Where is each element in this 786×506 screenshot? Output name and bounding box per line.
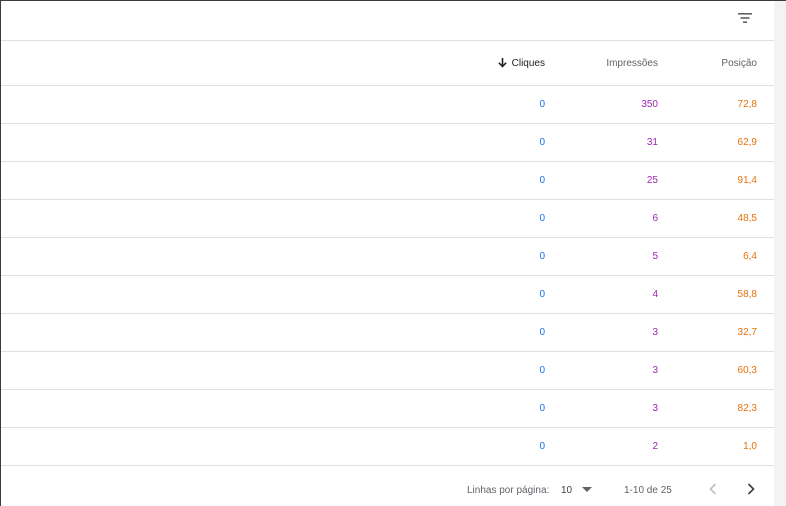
cell-clicks: 0 [539, 441, 545, 452]
column-header-position-label: Posição [721, 57, 757, 69]
column-header-clicks[interactable]: Cliques [497, 41, 545, 85]
pagination-range: 1-10 de 25 [624, 485, 672, 496]
cell-impressions: 3 [652, 403, 658, 414]
table-row[interactable]: 0 4 58,8 [1, 276, 774, 314]
pagination-bar: Linhas por página: 10 1-10 de 25 [1, 469, 774, 506]
rows-per-page-value: 10 [561, 484, 573, 496]
cell-position: 72,8 [737, 99, 757, 110]
table-row[interactable]: 0 350 72,8 [1, 86, 774, 124]
scrollbar-track[interactable] [774, 1, 786, 506]
cell-impressions: 6 [652, 213, 658, 224]
chevron-left-icon [709, 482, 717, 498]
cell-clicks: 0 [539, 213, 545, 224]
table-row[interactable]: 0 3 82,3 [1, 390, 774, 428]
cell-position: 82,3 [737, 403, 757, 414]
column-header-impressions[interactable]: Impressões [606, 41, 658, 85]
cell-clicks: 0 [539, 403, 545, 414]
table-body: 0 350 72,8 0 31 62,9 0 25 91,4 0 6 48,5 0 5 6,4 0 4 58,8 0… [1, 86, 774, 466]
table-row[interactable]: 0 3 32,7 [1, 314, 774, 352]
cell-position: 58,8 [737, 289, 757, 300]
cell-clicks: 0 [539, 289, 545, 300]
previous-page-button[interactable] [703, 480, 723, 500]
cell-impressions: 31 [646, 137, 658, 148]
next-page-button[interactable] [741, 480, 761, 500]
cell-position: 32,7 [737, 327, 757, 338]
table-row[interactable]: 0 6 48,5 [1, 200, 774, 238]
performance-table-card: Cliques Impressões Posição 0 350 72,8 0 31 62… [0, 0, 786, 506]
cell-impressions: 25 [646, 175, 658, 186]
filter-icon [738, 10, 752, 28]
column-header-position[interactable]: Posição [721, 41, 757, 85]
cell-impressions: 2 [652, 441, 658, 452]
cell-clicks: 0 [539, 175, 545, 186]
cell-impressions: 3 [652, 365, 658, 376]
arrow-down-icon [497, 58, 507, 68]
table-row[interactable]: 0 5 6,4 [1, 238, 774, 276]
cell-clicks: 0 [539, 99, 545, 110]
rows-per-page-select[interactable]: 10 [561, 481, 593, 499]
filter-button[interactable] [733, 7, 757, 31]
table-header: Cliques Impressões Posição [1, 41, 774, 86]
column-header-clicks-label: Cliques [511, 57, 545, 69]
table-container: Cliques Impressões Posição 0 350 72,8 0 31 62… [1, 1, 774, 506]
cell-position: 91,4 [737, 175, 757, 186]
cell-position: 48,5 [737, 213, 757, 224]
cell-position: 60,3 [737, 365, 757, 376]
cell-clicks: 0 [539, 251, 545, 262]
cell-impressions: 350 [641, 99, 658, 110]
table-toolbar [1, 1, 774, 41]
cell-clicks: 0 [539, 365, 545, 376]
cell-position: 62,9 [737, 137, 757, 148]
table-row[interactable]: 0 3 60,3 [1, 352, 774, 390]
cell-impressions: 3 [652, 327, 658, 338]
table-row[interactable]: 0 25 91,4 [1, 162, 774, 200]
cell-impressions: 4 [652, 289, 658, 300]
column-header-impressions-label: Impressões [606, 57, 658, 69]
cell-clicks: 0 [539, 137, 545, 148]
cell-position: 6,4 [743, 251, 757, 262]
table-row[interactable]: 0 2 1,0 [1, 428, 774, 466]
rows-per-page-label: Linhas por página: [467, 485, 550, 496]
cell-position: 1,0 [743, 441, 757, 452]
dropdown-caret-icon [582, 485, 593, 496]
cell-clicks: 0 [539, 327, 545, 338]
chevron-right-icon [747, 482, 755, 498]
cell-impressions: 5 [652, 251, 658, 262]
table-row[interactable]: 0 31 62,9 [1, 124, 774, 162]
